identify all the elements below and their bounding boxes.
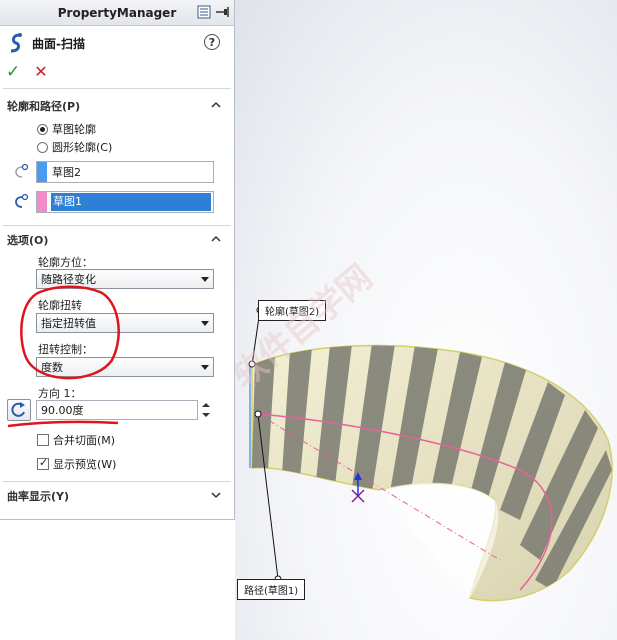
checkbox-label: 合并切面(M) bbox=[53, 434, 116, 447]
ok-button[interactable]: ✓ bbox=[6, 63, 20, 81]
twist-label: 轮廓扭转 bbox=[38, 299, 82, 312]
twist-angle-spinner[interactable] bbox=[199, 400, 213, 420]
spin-up-icon[interactable] bbox=[199, 400, 213, 410]
section-title: 选项(O) bbox=[7, 234, 49, 247]
path-value: 草图1 bbox=[51, 193, 211, 211]
divider bbox=[3, 225, 231, 226]
dropdown-value: 指定扭转值 bbox=[41, 317, 96, 330]
ok-cancel-row: ✓ ✕ bbox=[0, 60, 234, 84]
profile-icon bbox=[15, 163, 29, 178]
chevron-down-icon bbox=[201, 365, 209, 370]
expand-panel-icon[interactable] bbox=[196, 4, 212, 20]
chevron-up-icon[interactable] bbox=[210, 233, 222, 245]
section-header-curvature[interactable]: 曲率显示(Y) bbox=[0, 484, 234, 508]
chevron-down-icon bbox=[201, 321, 209, 326]
orientation-dropdown[interactable]: 随路径变化 bbox=[36, 269, 214, 289]
merge-faces-checkbox[interactable] bbox=[37, 434, 49, 446]
radio-label: 草图轮廓 bbox=[52, 123, 96, 136]
pin-icon[interactable] bbox=[214, 4, 230, 20]
merge-faces-checkbox-row[interactable]: 合并切面(M) bbox=[37, 432, 115, 448]
twist-type-dropdown[interactable]: 指定扭转值 bbox=[36, 313, 214, 333]
divider bbox=[3, 88, 231, 89]
checkbox-label: 显示预览(W) bbox=[53, 458, 117, 471]
chevron-up-icon[interactable] bbox=[210, 99, 222, 111]
radio-button[interactable] bbox=[37, 123, 48, 135]
dropdown-value: 度数 bbox=[41, 361, 63, 374]
path-icon bbox=[15, 193, 29, 208]
section-header-profile-path[interactable]: 轮廓和路径(P) bbox=[0, 94, 234, 118]
dropdown-value: 随路径变化 bbox=[41, 273, 96, 286]
input-value: 90.00度 bbox=[41, 404, 84, 417]
graphics-viewport[interactable]: 轮廓(草图2) 路径(草图1) 软件自学网 bbox=[235, 0, 617, 640]
profile-color-swatch bbox=[37, 162, 47, 182]
radio-sketch-profile[interactable]: 草图轮廓 bbox=[37, 121, 96, 137]
chevron-down-icon[interactable] bbox=[210, 489, 222, 501]
section-title: 轮廓和路径(P) bbox=[7, 100, 81, 113]
divider bbox=[3, 481, 231, 482]
path-color-swatch bbox=[37, 192, 47, 212]
feature-row: 曲面-扫描 bbox=[0, 26, 234, 60]
radio-button[interactable] bbox=[37, 141, 48, 153]
section-title: 曲率显示(Y) bbox=[7, 490, 70, 503]
surface-sweep-icon bbox=[10, 33, 22, 53]
path-callout[interactable]: 路径(草图1) bbox=[237, 579, 306, 600]
chevron-down-icon bbox=[201, 277, 209, 282]
help-icon[interactable]: ? bbox=[204, 34, 220, 50]
profile-selection-box[interactable]: 草图2 bbox=[36, 161, 214, 183]
orientation-label: 轮廓方位： bbox=[38, 256, 93, 269]
radio-circular-profile[interactable]: 圆形轮廓(C) bbox=[37, 139, 112, 155]
cancel-button[interactable]: ✕ bbox=[34, 64, 47, 80]
spin-down-icon[interactable] bbox=[199, 410, 213, 420]
feature-title: 曲面-扫描 bbox=[32, 36, 85, 51]
panel-header: PropertyManager bbox=[0, 0, 234, 26]
reverse-direction-button[interactable] bbox=[7, 399, 31, 421]
section-header-options[interactable]: 选项(O) bbox=[0, 228, 234, 252]
panel-title: PropertyManager bbox=[57, 5, 177, 20]
twist-control-label: 扭转控制： bbox=[38, 343, 93, 356]
show-preview-checkbox[interactable] bbox=[37, 456, 49, 470]
profile-value: 草图2 bbox=[52, 166, 81, 179]
reverse-direction-icon bbox=[11, 402, 25, 417]
show-preview-checkbox-row[interactable]: 显示预览(W) bbox=[37, 456, 116, 472]
twist-angle-input[interactable]: 90.00度 bbox=[36, 400, 198, 420]
property-manager-panel: PropertyManager 曲面-扫描 ? ✓ ✕ 轮廓和路径(P) 草图轮… bbox=[0, 0, 235, 520]
radio-label: 圆形轮廓(C) bbox=[52, 141, 113, 154]
path-selection-box[interactable]: 草图1 bbox=[36, 191, 214, 213]
direction-label: 方向 1： bbox=[38, 387, 82, 400]
twist-control-dropdown[interactable]: 度数 bbox=[36, 357, 214, 377]
